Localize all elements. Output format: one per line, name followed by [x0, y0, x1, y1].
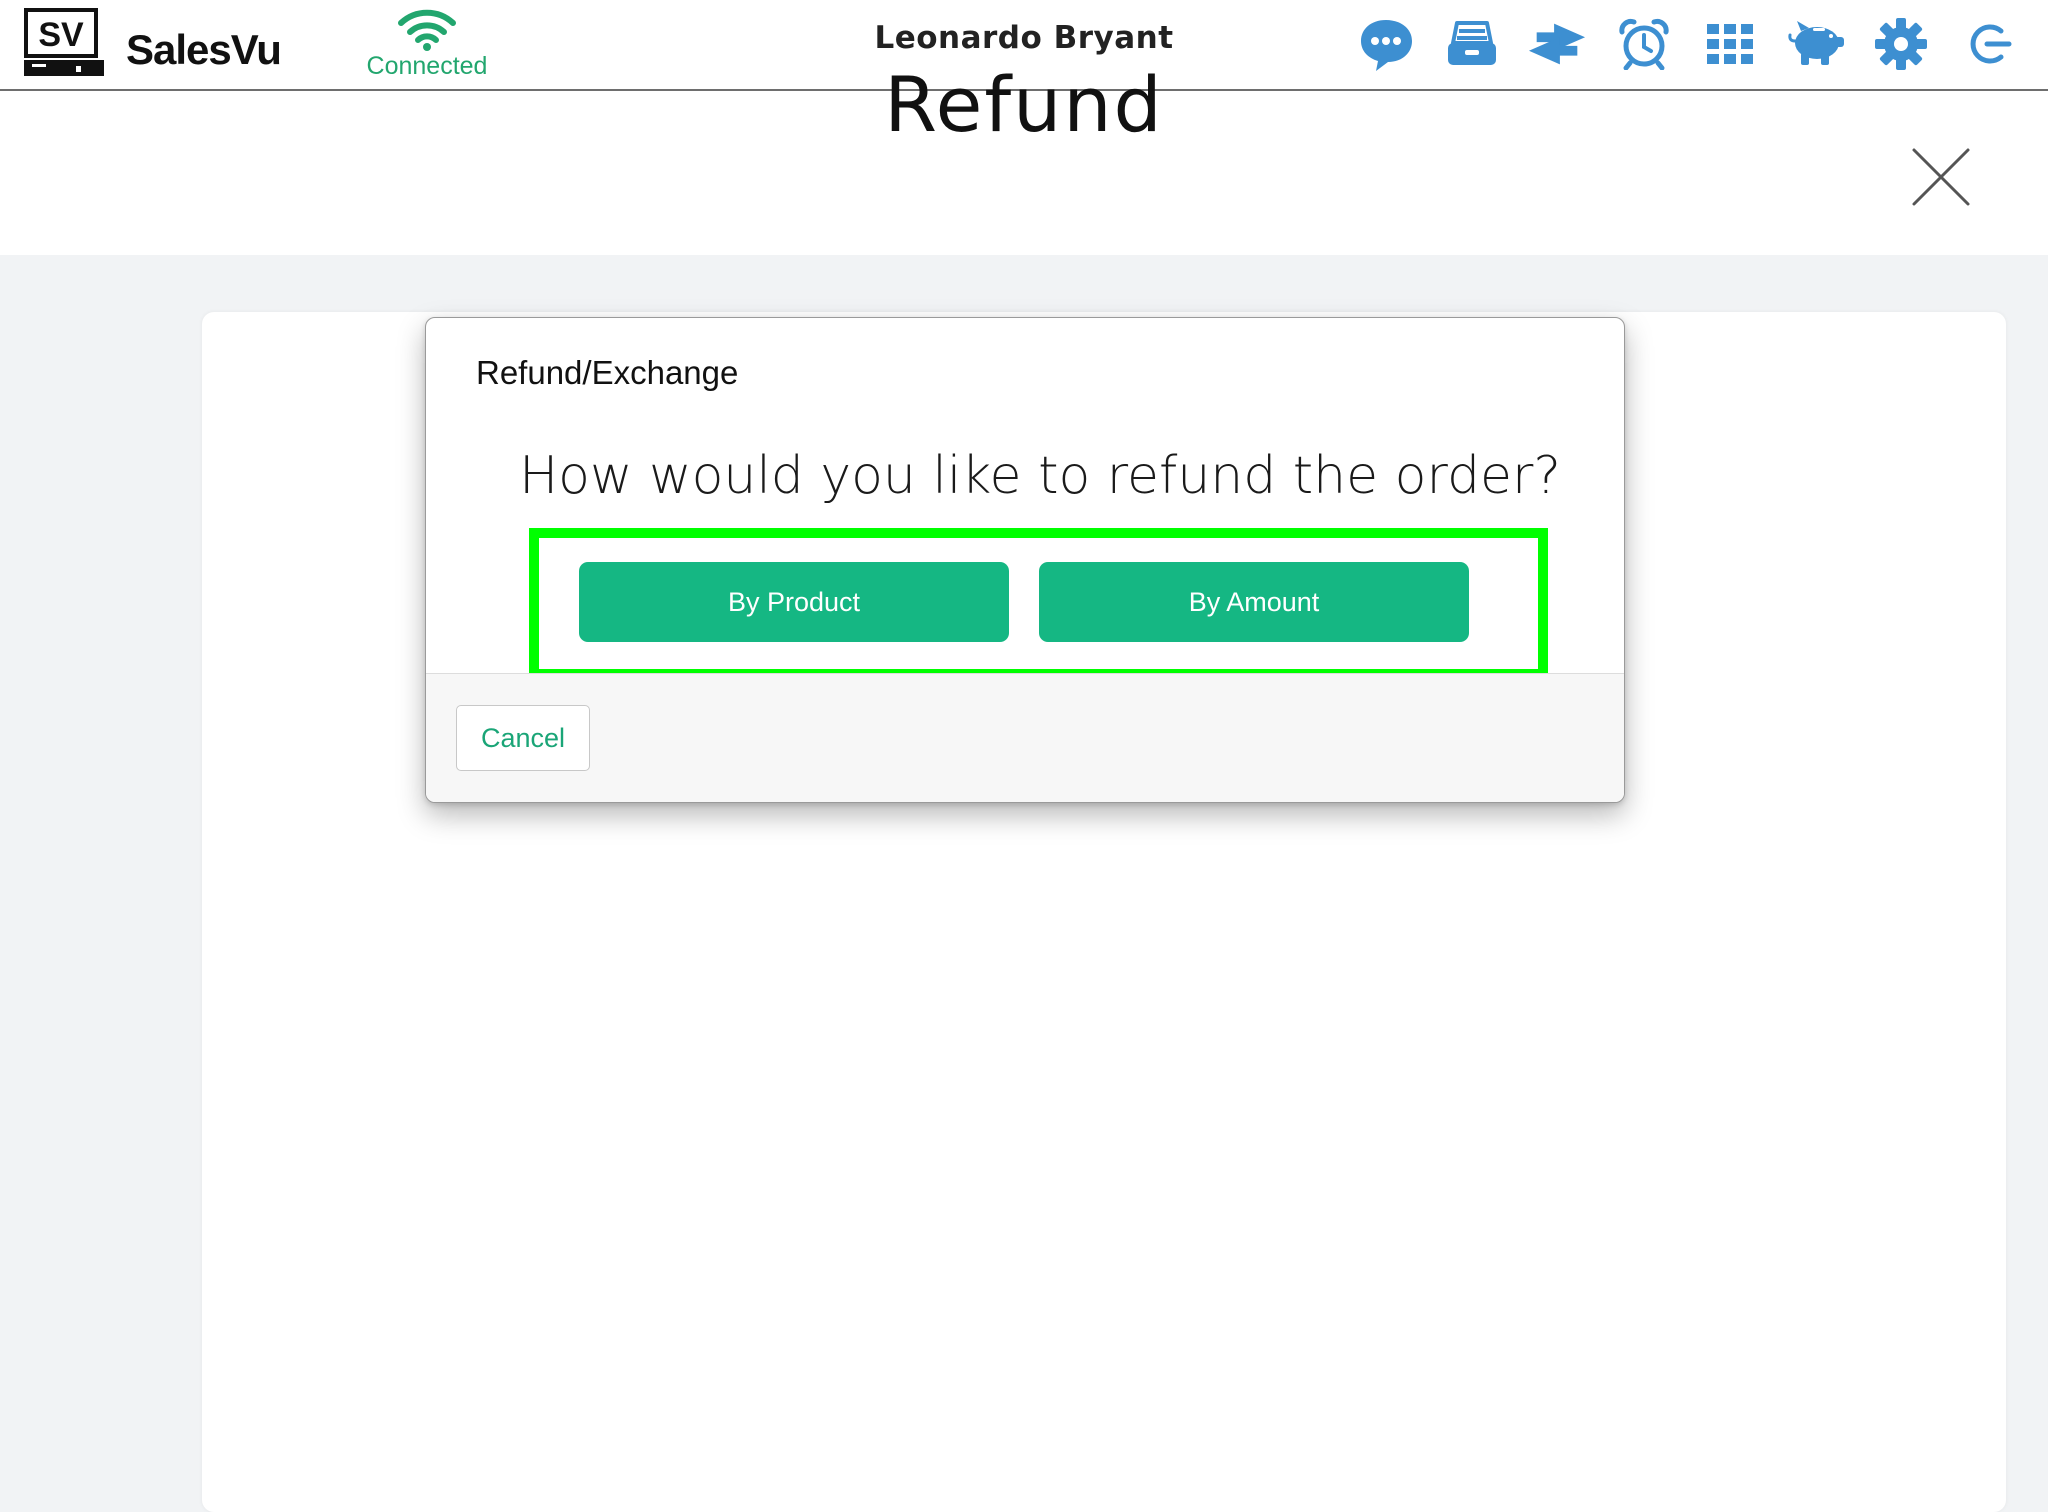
wifi-icon [398, 9, 456, 51]
user-name: Leonardo Bryant [874, 20, 1174, 56]
by-amount-button[interactable]: By Amount [1039, 562, 1469, 642]
dialog-title: Refund/Exchange [476, 354, 739, 391]
dialog-footer: Cancel [426, 673, 1624, 802]
dialog-question: How would you like to refund the order? [519, 446, 1561, 506]
logo-text: SV [38, 16, 84, 54]
by-product-button[interactable]: By Product [579, 562, 1009, 642]
refund-dialog: Refund/Exchange How would you like to re… [425, 317, 1625, 803]
cancel-button[interactable]: Cancel [456, 705, 590, 771]
page-title: Refund [884, 60, 1164, 149]
close-icon[interactable] [1910, 146, 1972, 208]
